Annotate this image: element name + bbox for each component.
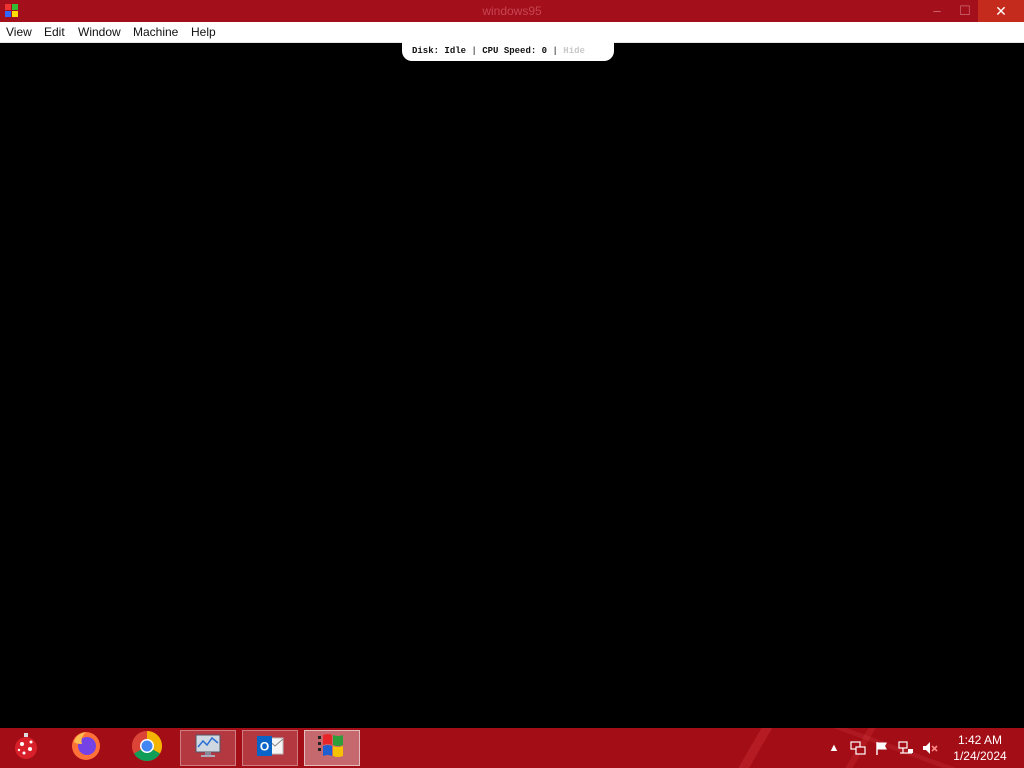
taskbar-chrome[interactable] — [119, 730, 175, 766]
taskbar-firefox[interactable] — [58, 730, 114, 766]
menu-view[interactable]: View — [6, 22, 32, 43]
network-icon[interactable] — [898, 740, 914, 756]
disk-label: Disk: — [412, 46, 440, 56]
svg-text:O: O — [260, 739, 269, 753]
menu-bar: View Edit Window Machine Help — [0, 22, 1024, 43]
menu-edit[interactable]: Edit — [44, 22, 65, 43]
taskbar-outlook[interactable]: O — [242, 730, 298, 766]
minimize-button[interactable]: – — [922, 0, 952, 22]
taskbar-system-monitor[interactable] — [180, 730, 236, 766]
clock-date: 1/24/2024 — [953, 749, 1007, 763]
monitor-icon — [193, 731, 223, 766]
emulator-screen[interactable] — [0, 43, 1024, 728]
status-bar: Disk: Idle | CPU Speed: 0 | Hide — [402, 42, 614, 61]
show-hidden-icons-button[interactable]: ▲ — [826, 740, 842, 756]
clock-time: 1:42 AM — [957, 733, 1003, 747]
separator: | — [552, 46, 558, 56]
network-pc-icon[interactable] — [850, 740, 866, 756]
separator: | — [471, 46, 477, 56]
taskbar: O ▲ 1:42 AM 1/24/2024 — [0, 728, 1024, 768]
title-bar[interactable]: windows95 – ☐ ✕ — [0, 0, 1024, 22]
chrome-icon — [131, 730, 163, 767]
outlook-icon: O — [255, 731, 285, 766]
cpu-speed: 0 — [541, 46, 548, 56]
cpu-label: CPU Speed: — [482, 46, 537, 56]
menu-machine[interactable]: Machine — [133, 22, 178, 43]
maximize-button[interactable]: ☐ — [950, 0, 980, 22]
christmas-ornament-icon — [11, 731, 41, 766]
hide-link[interactable]: Hide — [563, 46, 585, 56]
menu-help[interactable]: Help — [191, 22, 216, 43]
flag-icon[interactable] — [874, 740, 890, 756]
taskbar-windows95[interactable] — [304, 730, 360, 766]
firefox-icon — [70, 730, 102, 767]
window-title: windows95 — [482, 4, 542, 18]
start-button[interactable] — [0, 730, 52, 766]
disk-status: Idle — [444, 46, 467, 56]
close-button[interactable]: ✕ — [978, 0, 1024, 22]
clock[interactable]: 1:42 AM 1/24/2024 — [944, 732, 1016, 766]
volume-muted-icon[interactable] — [922, 740, 938, 756]
windows95-icon — [316, 730, 348, 767]
menu-window[interactable]: Window — [78, 22, 121, 43]
